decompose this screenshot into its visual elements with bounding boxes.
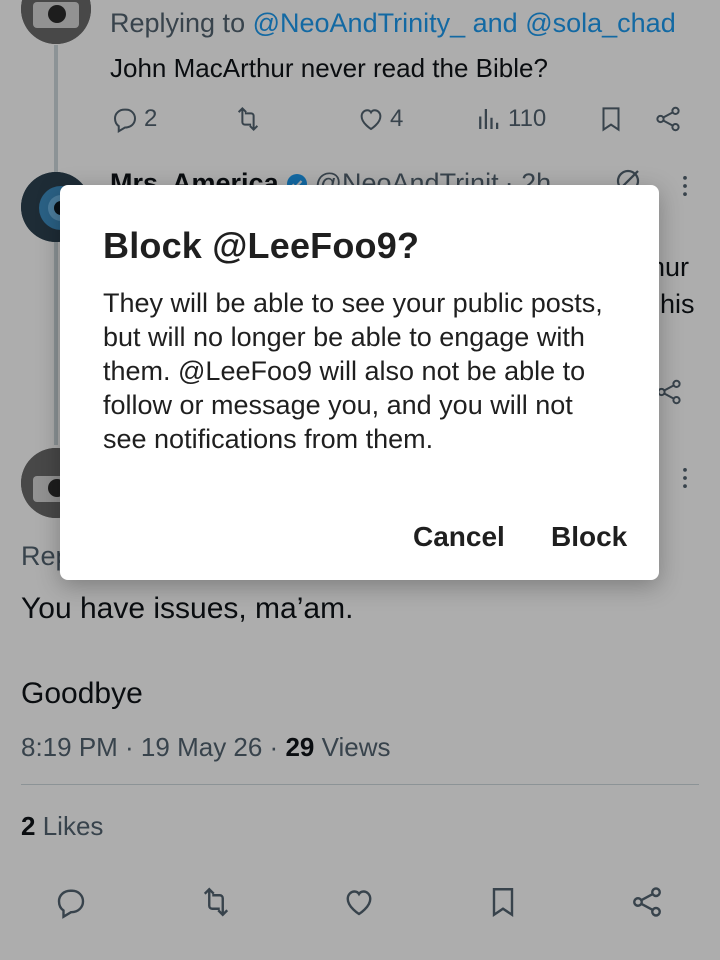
cancel-button[interactable]: Cancel bbox=[413, 521, 505, 553]
block-dialog: Block @LeeFoo9? They will be able to see… bbox=[60, 185, 659, 580]
dialog-title: Block @LeeFoo9? bbox=[103, 225, 420, 266]
dialog-message: They will be able to see your public pos… bbox=[103, 288, 603, 454]
block-button[interactable]: Block bbox=[551, 521, 627, 553]
